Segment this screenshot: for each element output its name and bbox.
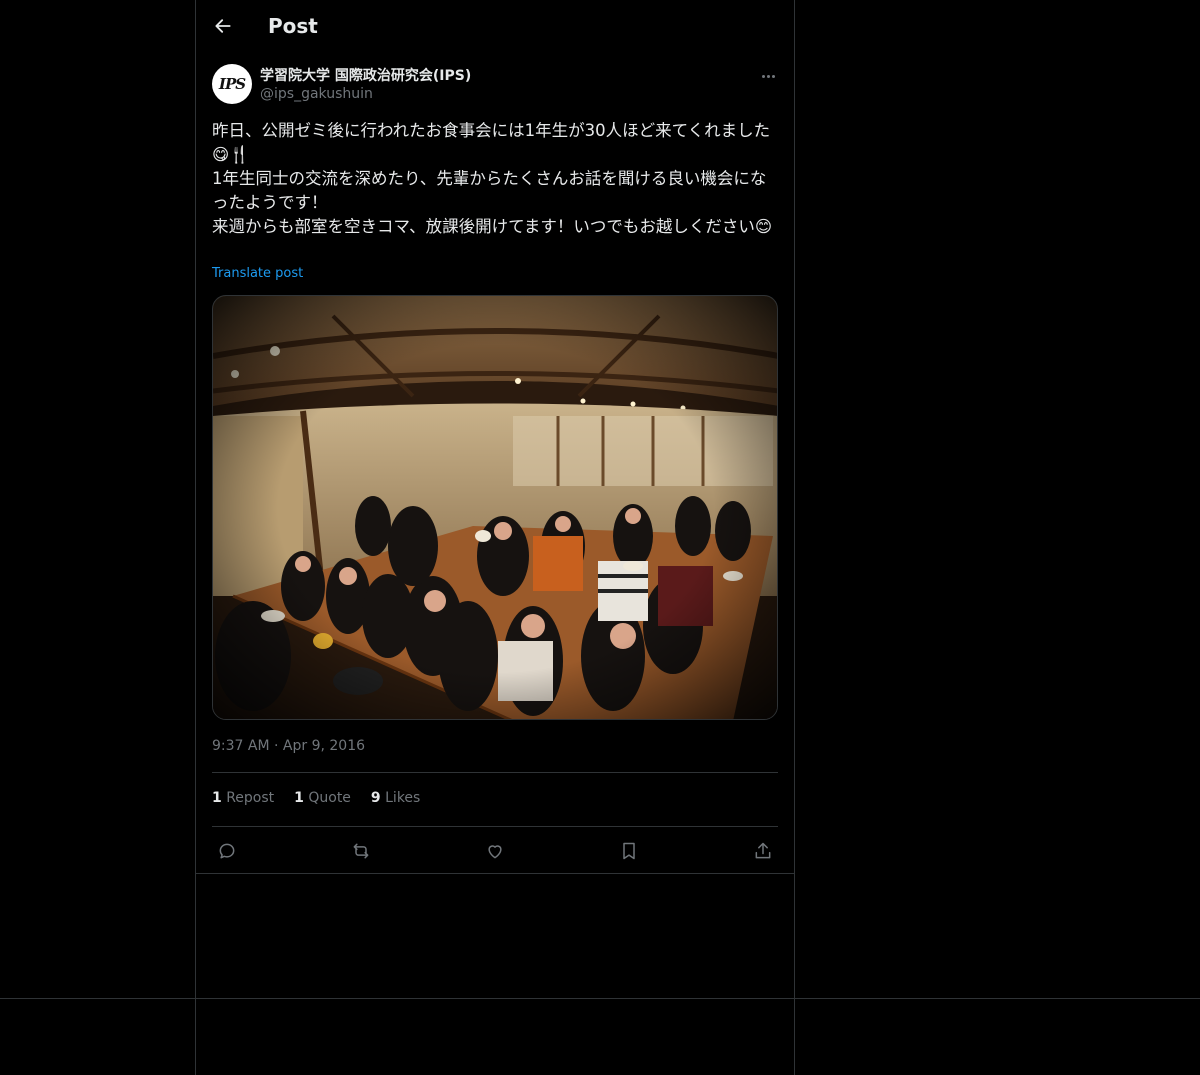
reposts-count: 1: [212, 790, 222, 806]
repost-button[interactable]: [346, 836, 376, 866]
arrow-left-icon: [215, 19, 231, 33]
bookmark-icon: [623, 842, 635, 860]
likes-stat[interactable]: 9 Likes: [371, 790, 420, 812]
stats-top-divider: [212, 772, 778, 773]
back-button[interactable]: [206, 9, 240, 43]
repost-icon: [353, 843, 369, 859]
post-stats: 1 Repost 1 Quote 9 Likes: [212, 790, 420, 812]
more-horizontal-icon: [761, 74, 765, 78]
share-icon: [755, 842, 771, 859]
post-author: IPS 学習院大学 国際政治研究会(IPS) @ips_gakushuin: [212, 64, 778, 108]
translate-post-link[interactable]: Translate post: [212, 266, 303, 281]
page-title: Post: [268, 14, 318, 38]
reposts-stat[interactable]: 1 Repost: [212, 790, 274, 812]
reposts-label: Repost: [226, 790, 275, 806]
restaurant-group-photo: [213, 296, 777, 719]
bookmark-button[interactable]: [614, 836, 644, 866]
avatar-logo-text: IPS: [218, 75, 246, 93]
stats-bottom-divider: [212, 826, 778, 827]
quotes-stat[interactable]: 1 Quote: [294, 790, 351, 812]
post-text: 昨日、公開ゼミ後に行われたお食事会には1年生が30人ほど来てくれました😋🍴 1年…: [212, 121, 773, 236]
post-bottom-divider: [196, 873, 794, 874]
more-options-button[interactable]: [758, 66, 778, 86]
post-actions: [212, 836, 778, 866]
heart-icon: [488, 845, 502, 859]
share-button[interactable]: [748, 836, 778, 866]
post-photo[interactable]: [212, 295, 778, 720]
avatar[interactable]: IPS: [212, 64, 252, 104]
quotes-count: 1: [294, 790, 304, 806]
page-header: Post: [196, 0, 794, 54]
like-button[interactable]: [480, 836, 510, 866]
quotes-label: Quote: [308, 790, 351, 806]
author-handle[interactable]: @ips_gakushuin: [260, 86, 373, 102]
author-display-name[interactable]: 学習院大学 国際政治研究会(IPS): [260, 65, 471, 85]
reply-button[interactable]: [212, 836, 242, 866]
post-timestamp[interactable]: 9:37 AM · Apr 9, 2016: [212, 738, 365, 754]
reply-icon: [219, 843, 235, 859]
primary-column: Post IPS 学習院大学 国際政治研究会(IPS) @ips_gakushu…: [195, 0, 795, 1075]
likes-count: 9: [370, 790, 381, 806]
likes-label: Likes: [385, 790, 421, 806]
